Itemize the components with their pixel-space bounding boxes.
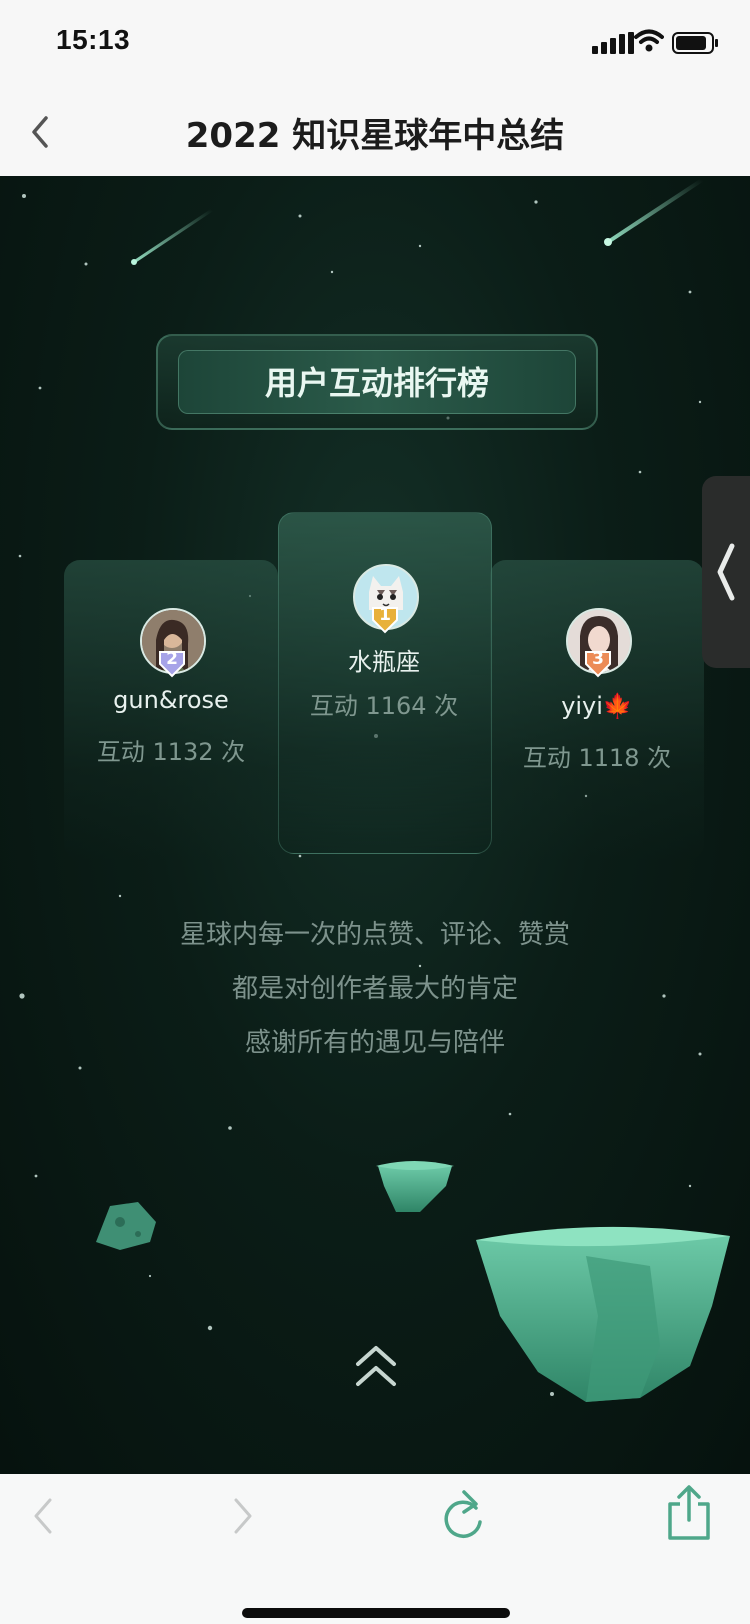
rank-1-avatar-wrap[interactable]: 1 [353,564,419,634]
rank-number: 1 [379,605,391,625]
description-line-3: 感谢所有的遇见与陪伴 [244,1028,505,1058]
rank-3-count: 互动 1118 次 [522,744,672,772]
nav-bar: 2022 知识星球年中总结 [0,88,750,176]
wifi-icon [634,29,664,52]
rank-1-count: 互动 1164 次 [309,692,459,720]
page-title: 2022 知识星球年中总结 [185,116,565,156]
side-collapse-handle[interactable] [702,476,750,668]
share-icon[interactable] [666,1484,712,1542]
status-time: 15:13 [56,24,131,55]
ranking-title-banner: 用户互动排行榜 [156,334,598,430]
rank-3-avatar-wrap[interactable]: 3 [566,608,632,678]
home-indicator [242,1608,510,1618]
browser-back-icon[interactable] [28,1494,58,1538]
battery-icon [672,32,718,54]
summary-stage: 用户互动排行榜 1 水瓶座 互动 1164 次 2 gun&rose 互动 11… [0,176,750,1474]
browser-forward-icon[interactable] [228,1494,258,1538]
description-line-2: 都是对创作者最大的肯定 [231,974,518,1004]
description-line-1: 星球内每一次的点赞、评论、赞赏 [179,920,570,950]
collapse-handle-icon [717,543,735,601]
reload-icon[interactable] [438,1488,488,1544]
rank-1-name: 水瓶座 [348,648,420,676]
rank-number: 3 [592,649,604,669]
rank-2-name: gun&rose [113,686,229,714]
status-bar: 15:13 [0,0,750,88]
scroll-up-icon[interactable] [352,1344,400,1390]
signal-icon [592,32,634,54]
rank-3-name: yiyi🍁 [561,692,633,720]
browser-toolbar [0,1474,750,1624]
ranking-title: 用户互动排行榜 [264,364,489,402]
rank-2-count: 互动 1132 次 [96,738,246,766]
rank-2-avatar-wrap[interactable]: 2 [140,608,206,678]
rank-number: 2 [166,649,178,669]
